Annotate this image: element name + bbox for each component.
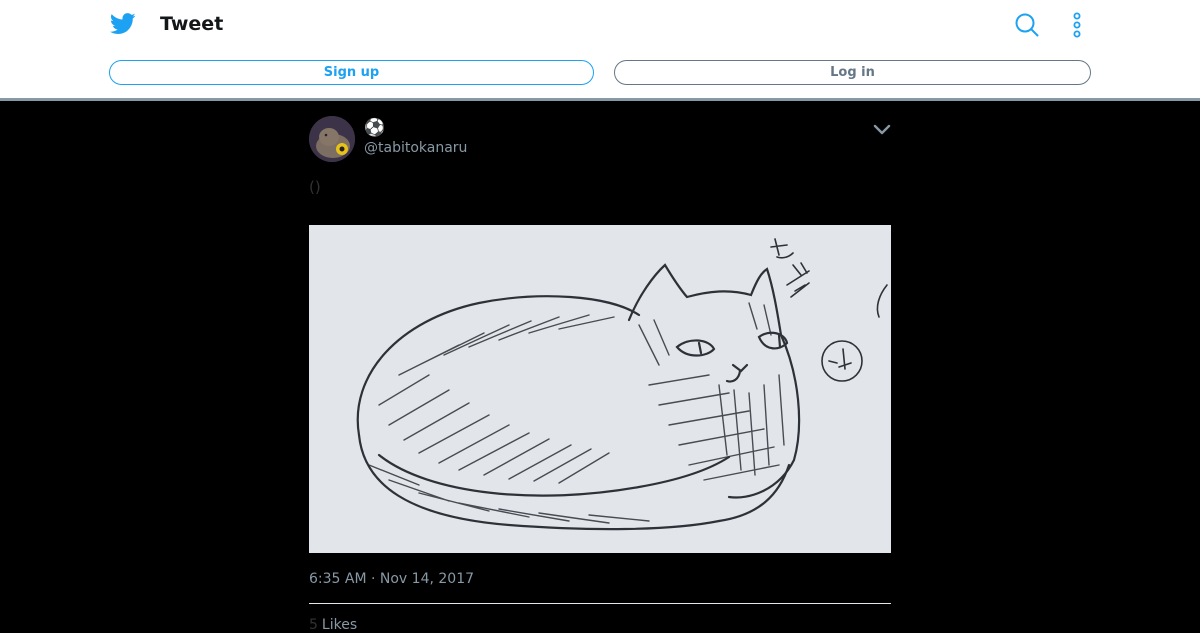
username[interactable]: @tabitokanaru <box>364 140 467 156</box>
cat-sketch-drawing <box>309 225 891 553</box>
log-in-button[interactable]: Log in <box>614 60 1091 85</box>
tweet-image[interactable] <box>309 225 891 553</box>
likes-label: Likes <box>321 617 358 633</box>
page-title: Tweet <box>160 13 224 35</box>
sign-up-button[interactable]: Sign up <box>109 60 594 85</box>
twitter-bird-icon[interactable] <box>110 12 136 36</box>
display-name[interactable]: ⚽ <box>364 118 385 138</box>
top-bar: Tweet Sign up Log in <box>0 0 1200 101</box>
divider <box>309 603 891 604</box>
likes-number: 5 <box>309 617 318 633</box>
avatar[interactable] <box>309 116 355 162</box>
search-icon[interactable] <box>1014 12 1040 38</box>
likes-count[interactable]: 5 Likes <box>309 617 357 633</box>
tweet-timestamp[interactable]: 6:35 AM · Nov 14, 2017 <box>309 571 474 587</box>
more-vertical-icon[interactable] <box>1068 12 1086 38</box>
chevron-down-icon[interactable] <box>873 124 891 136</box>
tweet-text: () <box>309 178 321 196</box>
